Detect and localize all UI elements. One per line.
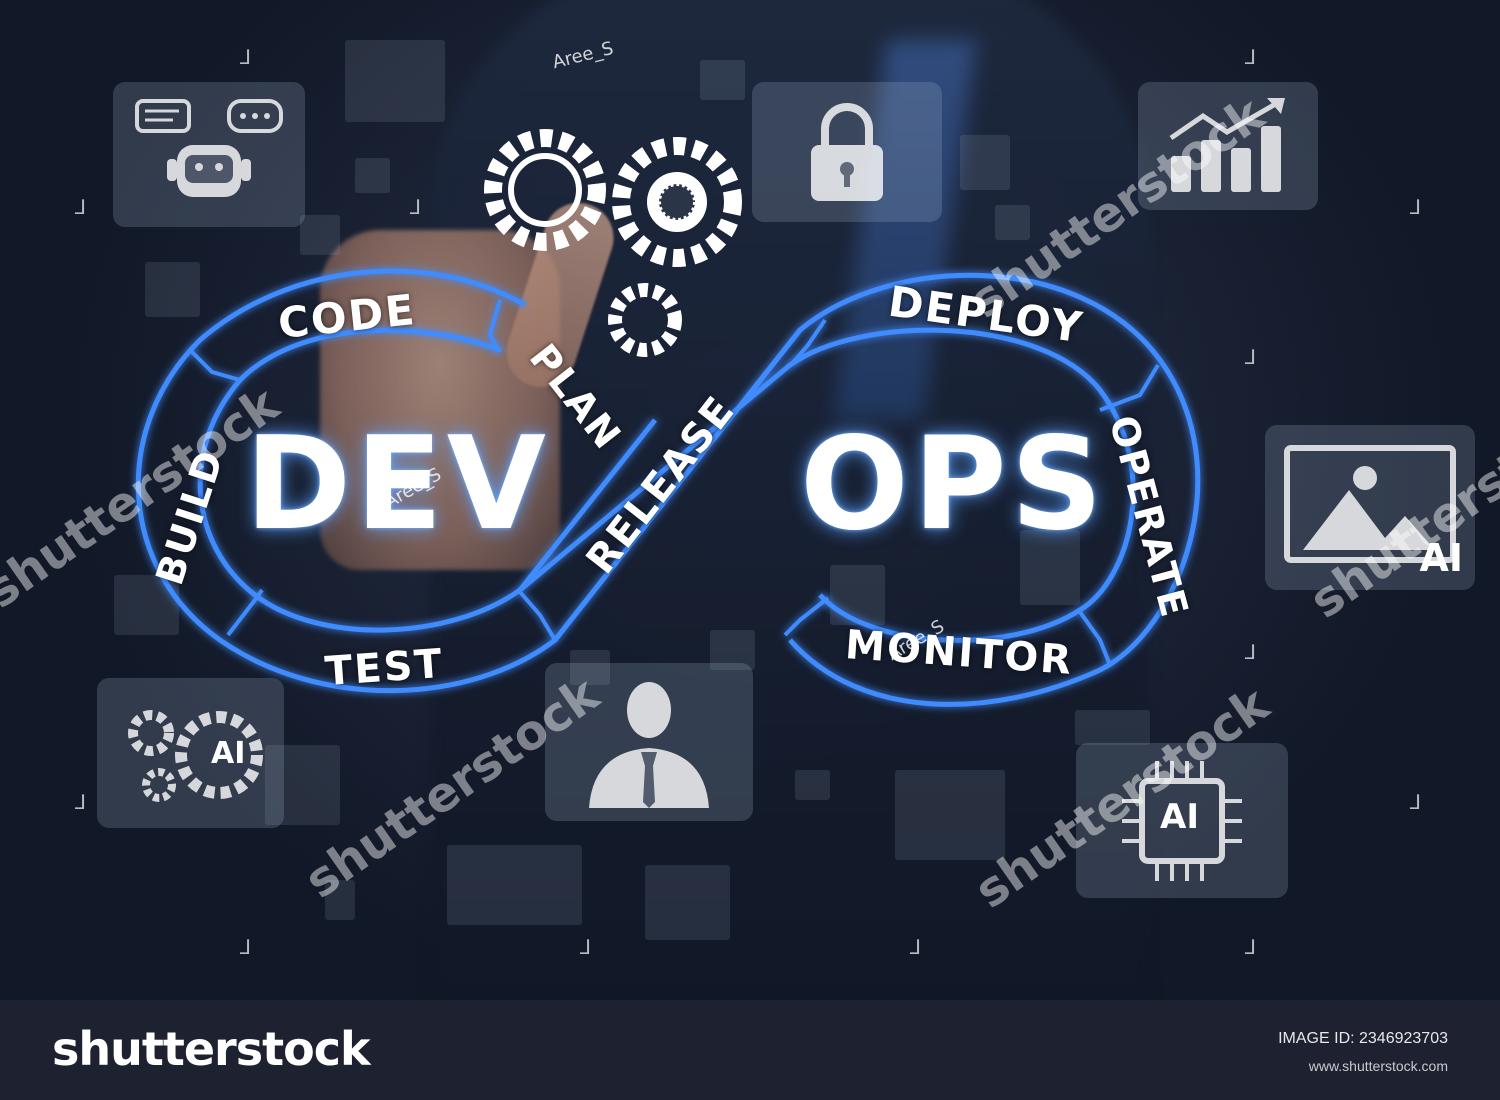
corner-marker-icon: ⅃	[240, 935, 252, 959]
segment-divider	[1078, 610, 1112, 666]
corner-marker-icon: ⅃	[75, 790, 87, 814]
photo-scene: AI AI AI DEV OPS CODE BUILD TEST PLAN RE…	[0, 0, 1500, 1000]
corner-marker-icon: ⅃	[1410, 790, 1422, 814]
corner-marker-icon: ⅃	[240, 45, 252, 69]
corner-marker-icon: ⅃	[1245, 640, 1257, 664]
corner-marker-icon: ⅃	[1245, 345, 1257, 369]
footer-bar: shutterstock IMAGE ID: 2346923703 www.sh…	[0, 1000, 1500, 1100]
ops-word: OPS	[800, 410, 1107, 559]
image-id: IMAGE ID: 2346923703	[1278, 1030, 1448, 1047]
segment-divider	[188, 348, 241, 382]
brand-logo: shutterstock	[52, 1022, 371, 1076]
stage-test: TEST	[323, 640, 446, 696]
gear-icon	[608, 283, 682, 357]
site-url: www.shutterstock.com	[1308, 1058, 1448, 1074]
corner-marker-icon: ⅃	[910, 935, 922, 959]
corner-marker-icon: ⅃	[1245, 935, 1257, 959]
gears-graphic	[484, 129, 742, 357]
segment-divider	[783, 596, 830, 637]
corner-marker-icon: ⅃	[1410, 195, 1422, 219]
corner-marker-icon: ⅃	[1245, 45, 1257, 69]
corner-marker-icon: ⅃	[410, 195, 422, 219]
segment-divider	[226, 588, 264, 637]
segment-divider	[518, 590, 557, 642]
corner-marker-icon: ⅃	[580, 935, 592, 959]
corner-marker-icon: ⅃	[75, 195, 87, 219]
